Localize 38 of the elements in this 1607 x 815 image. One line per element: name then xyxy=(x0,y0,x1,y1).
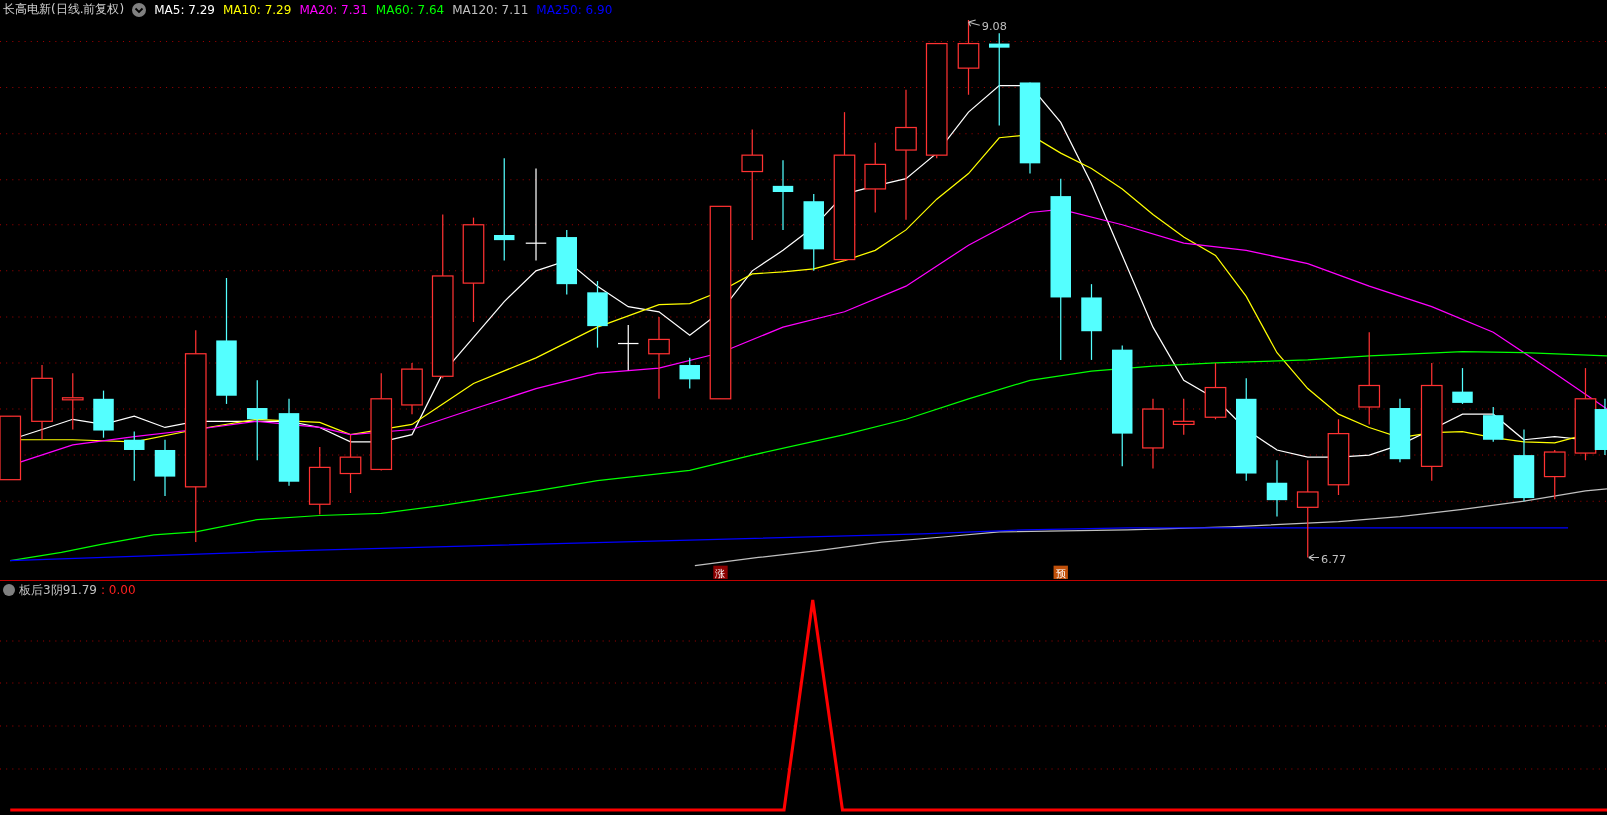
candlestick xyxy=(93,390,114,439)
stock-title: 长高电新(日线.前复权) xyxy=(3,1,125,18)
candlestick xyxy=(1452,367,1473,405)
moving-average-value: MA120: 7.11 xyxy=(452,2,529,17)
candlestick xyxy=(154,439,176,497)
candlestick xyxy=(1266,459,1288,518)
moving-average-value: MA20: 7.31 xyxy=(299,2,368,17)
high-price-label: 9.08 xyxy=(981,20,1007,34)
candlestick xyxy=(61,372,84,431)
candlestick xyxy=(1142,398,1164,470)
candlestick xyxy=(864,142,887,214)
candlestick xyxy=(1389,398,1411,463)
dropdown-icon[interactable] xyxy=(3,584,15,596)
candlestick xyxy=(587,280,608,349)
dropdown-icon[interactable] xyxy=(132,2,147,17)
moving-average-value: MA5: 7.29 xyxy=(154,2,215,17)
candlestick xyxy=(1204,362,1227,420)
moving-average-value: MA250: 6.90 xyxy=(536,2,613,17)
indicator-name: 板后3阴91.79 xyxy=(19,581,97,599)
candlestick xyxy=(772,159,794,231)
signal-badge: 预 xyxy=(1053,565,1068,579)
candlestick xyxy=(1172,398,1195,436)
pointer-arrow-icon xyxy=(1308,553,1320,562)
candlestick xyxy=(1543,449,1566,500)
candlestick xyxy=(308,446,331,516)
candlestick xyxy=(124,430,145,482)
moving-average-value: MA60: 7.64 xyxy=(375,2,445,17)
signal-badge: 涨 xyxy=(713,565,728,579)
low-price-label: 6.77 xyxy=(1321,552,1347,566)
candlestick xyxy=(339,434,362,494)
candlestick xyxy=(679,357,700,390)
candlestick xyxy=(401,362,423,415)
moving-average-value: MA10: 7.29 xyxy=(222,2,292,17)
candlestick xyxy=(556,229,577,295)
pointer-arrow-icon xyxy=(968,19,981,27)
candlestick xyxy=(1483,406,1504,443)
candlestick xyxy=(617,324,640,371)
indicator-value: : 0.00 xyxy=(101,583,136,597)
